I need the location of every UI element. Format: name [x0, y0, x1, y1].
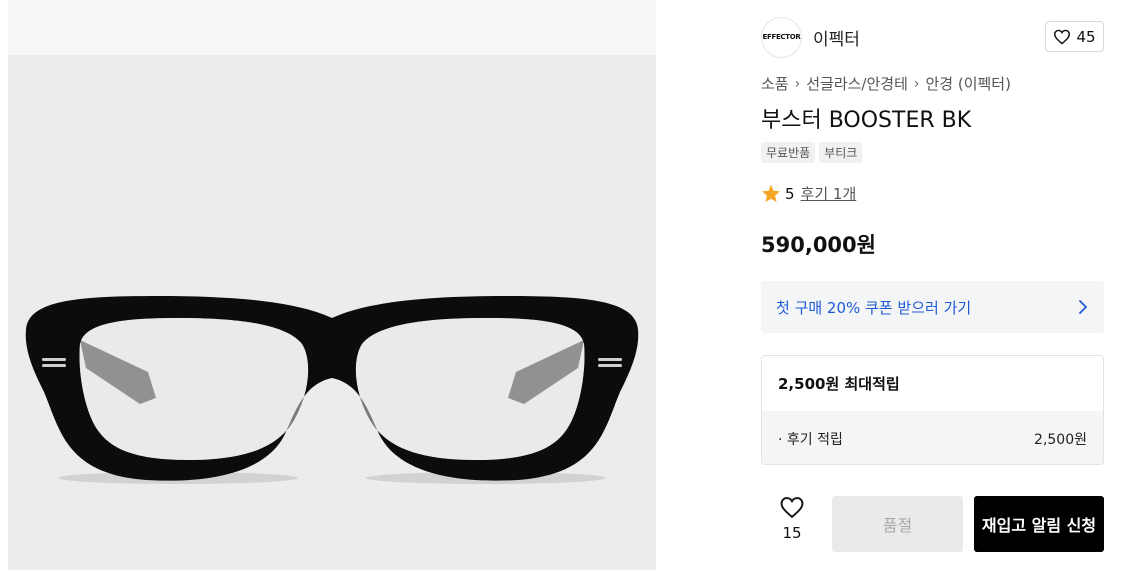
points-row: · 후기 적립 2,500원: [762, 411, 1103, 464]
soldout-button[interactable]: 품절: [832, 496, 963, 552]
star-icon: [762, 184, 780, 203]
heart-outline-icon: [780, 497, 804, 519]
wishlist-count: 15: [782, 524, 802, 542]
rating-score: 5: [785, 184, 795, 203]
brand-row[interactable]: EFFECTOR 이펙터: [761, 16, 860, 58]
breadcrumb: 소품 › 선글라스/안경테 › 안경 (이펙터): [761, 73, 1011, 94]
product-tags: 무료반품 부티크: [761, 142, 863, 163]
chevron-right-icon: [1079, 300, 1087, 314]
wishlist-button[interactable]: 15: [772, 496, 812, 552]
coupon-label: 첫 구매 20% 쿠폰 받으러 가기: [776, 298, 972, 317]
product-gallery: [8, 0, 656, 570]
points-row-label: · 후기 적립: [778, 431, 843, 448]
points-title: 2,500원 최대적립: [762, 356, 1103, 411]
breadcrumb-item[interactable]: 소품: [761, 73, 789, 94]
brand-logo-text: EFFECTOR: [762, 33, 801, 41]
rating: 5 후기 1개: [761, 183, 856, 204]
chevron-right-icon: ›: [913, 75, 920, 92]
heart-outline-icon: [1054, 29, 1071, 45]
breadcrumb-item[interactable]: 안경 (이펙터): [925, 73, 1010, 94]
brand-logo[interactable]: EFFECTOR: [761, 16, 802, 58]
chevron-right-icon: ›: [794, 75, 801, 92]
eyeglasses-image: [25, 296, 639, 484]
restock-alert-button[interactable]: 재입고 알림 신청: [974, 496, 1104, 552]
tag-boutique: 부티크: [819, 142, 863, 163]
brand-name[interactable]: 이펙터: [813, 25, 860, 50]
breadcrumb-item[interactable]: 선글라스/안경테: [806, 73, 908, 94]
points-box: 2,500원 최대적립 · 후기 적립 2,500원: [761, 355, 1104, 465]
product-price: 590,000원: [761, 233, 876, 257]
points-row-value: 2,500원: [1034, 431, 1087, 448]
tag-free-return: 무료반품: [761, 142, 816, 163]
coupon-banner[interactable]: 첫 구매 20% 쿠폰 받으러 가기: [761, 281, 1104, 333]
like-count: 45: [1076, 27, 1096, 46]
product-title: 부스터 BOOSTER BK: [761, 108, 972, 133]
like-button[interactable]: 45: [1045, 21, 1104, 52]
reviews-link[interactable]: 후기 1개: [801, 183, 857, 204]
